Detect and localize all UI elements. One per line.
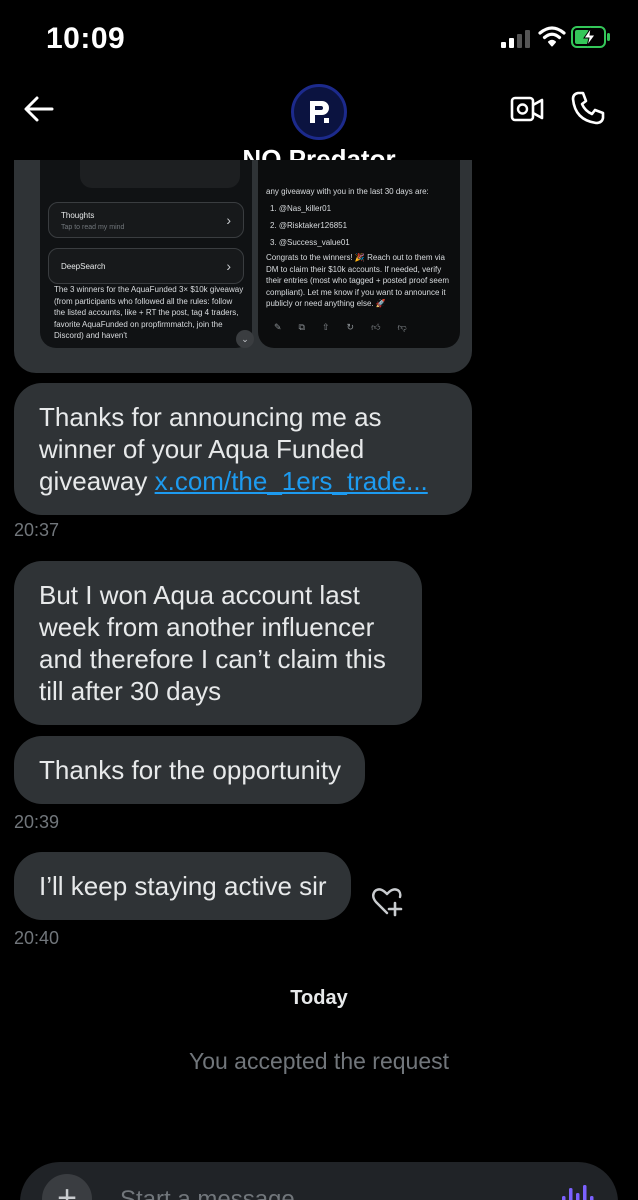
chevron-right-icon: ›: [226, 258, 231, 274]
message-text: I’ll keep staying active sir: [39, 871, 327, 901]
phone-icon[interactable]: [570, 90, 606, 126]
regenerate-icon: ↻: [346, 322, 355, 332]
screenshot-left: Thoughts Tap to read my mind › DeepSearc…: [40, 160, 254, 348]
chevron-right-icon: ›: [226, 212, 231, 228]
response-actions: ✎ ⧉ ⇧ ↻ 👍︎ 👎︎: [274, 322, 407, 333]
message-timestamp: 20:40: [14, 928, 60, 948]
message-timestamp: 20:37: [14, 520, 60, 540]
status-bar: 10:09: [0, 0, 638, 80]
thumbs-down-icon: 👎︎: [397, 322, 407, 332]
thoughts-row: Thoughts Tap to read my mind ›: [48, 202, 244, 238]
waveform-icon[interactable]: [560, 1184, 594, 1200]
result-paragraph: The 3 winners for the AquaFunded 3× $10k…: [54, 285, 244, 340]
plus-icon[interactable]: +: [42, 1174, 92, 1200]
thumbs-up-icon: 👍︎: [371, 322, 381, 332]
list-item: 2. @Risktaker126851: [270, 221, 348, 230]
status-time: 10:09: [46, 22, 126, 55]
message-composer: +: [20, 1162, 618, 1200]
winners-list: 1. @Nas_killer01 2. @Risktaker126851 3. …: [270, 204, 350, 255]
message-text: Thanks for the opportunity: [39, 755, 342, 785]
logo-icon: [310, 101, 329, 123]
thoughts-subtitle: Tap to read my mind: [61, 224, 125, 231]
message-text: Thanks for announcing me as: [39, 402, 382, 432]
deepsearch-row: DeepSearch ›: [48, 248, 244, 284]
back-arrow-icon[interactable]: [22, 92, 56, 126]
message-timestamp: 20:39: [14, 812, 60, 832]
winners-intro: any giveaway with you in the last 30 day…: [266, 187, 429, 196]
message-text: But I won Aqua account last week from an…: [39, 580, 386, 706]
message-link[interactable]: x.com/the_1ers_trade...: [155, 466, 428, 496]
avatar[interactable]: [291, 84, 347, 140]
system-message: You accepted the request: [188, 1048, 450, 1074]
message-text: winner of your Aqua Funded: [39, 434, 365, 464]
video-camera-icon[interactable]: [510, 94, 544, 124]
message-bubble[interactable]: Thanks for announcing me as winner of yo…: [14, 383, 472, 515]
screenshot-right: any giveaway with you in the last 30 day…: [258, 160, 460, 348]
heart-plus-icon[interactable]: [370, 886, 404, 918]
battery-charging-icon: [571, 26, 610, 48]
share-icon: ⇧: [321, 322, 330, 332]
message-input[interactable]: [120, 1186, 520, 1200]
congrats-paragraph: Congrats to the winners! 🎉 Reach out to …: [266, 253, 449, 308]
list-item: 1. @Nas_killer01: [270, 204, 332, 213]
chevron-down-icon: ⌄: [236, 330, 254, 348]
edit-icon: ✎: [274, 322, 282, 332]
signal-icon: [501, 30, 531, 48]
date-divider: Today: [290, 987, 348, 1009]
shared-image-card[interactable]: Thoughts Tap to read my mind › DeepSearc…: [14, 160, 472, 373]
message-bubble[interactable]: Thanks for the opportunity: [14, 736, 366, 804]
wifi-icon: [538, 26, 566, 47]
thoughts-title: Thoughts: [61, 211, 95, 220]
message-bubble[interactable]: I’ll keep staying active sir: [14, 852, 351, 920]
message-text: giveaway x.com/the_1ers_trade...: [39, 466, 428, 496]
copy-icon: ⧉: [298, 322, 305, 332]
prompt-stub: [80, 160, 240, 188]
message-bubble[interactable]: But I won Aqua account last week from an…: [14, 561, 422, 725]
deepsearch-title: DeepSearch: [61, 262, 106, 271]
